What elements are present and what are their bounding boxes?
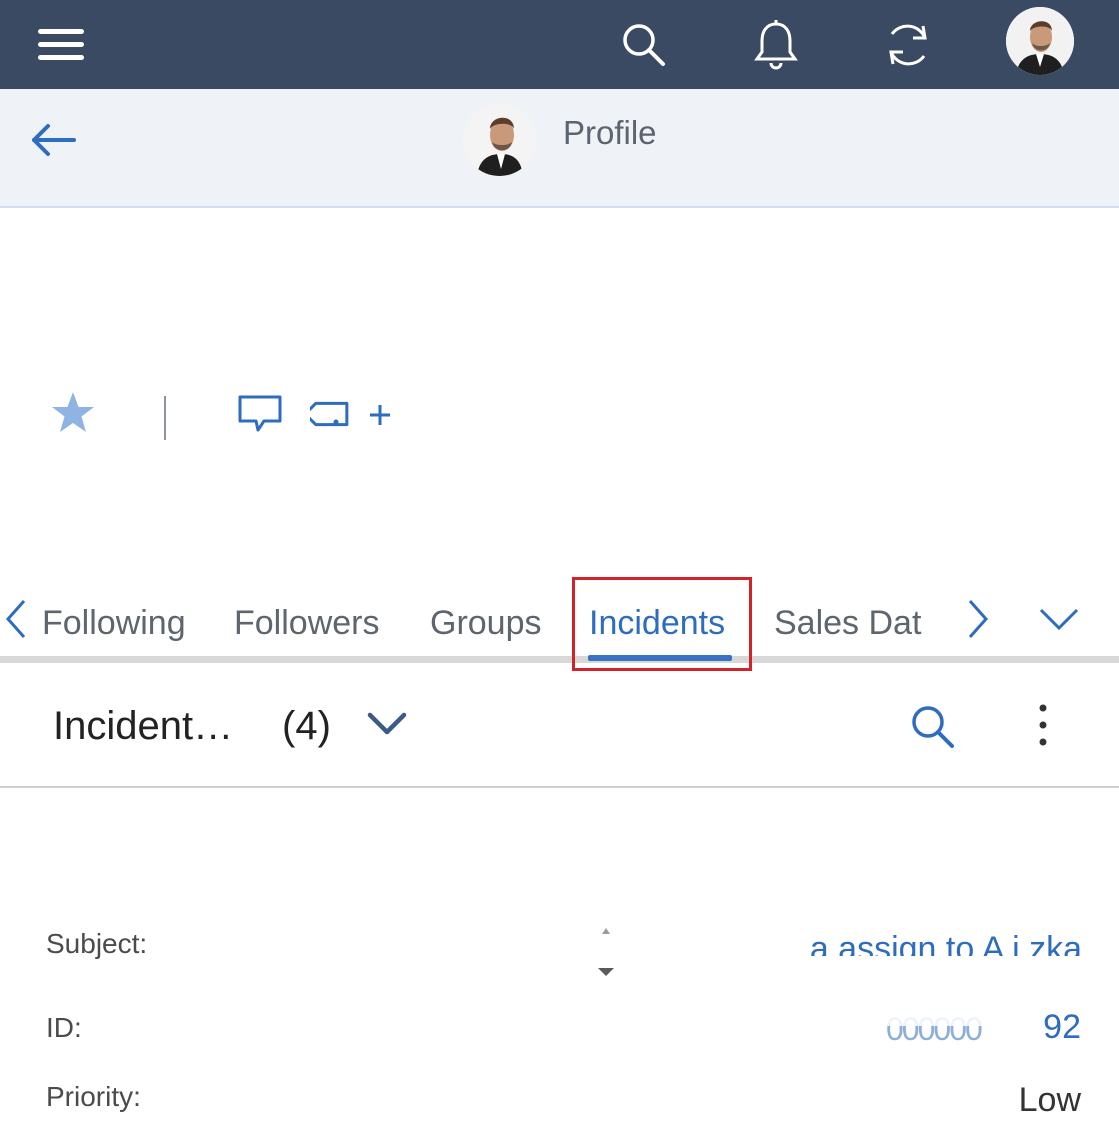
tab-overflow-chevron-down-icon[interactable] <box>1038 606 1080 637</box>
tab-scroll-left-icon[interactable] <box>4 598 28 645</box>
profile-header <box>0 89 1119 208</box>
id-value[interactable]: 92 <box>1043 1008 1081 1047</box>
tab-followers[interactable]: Followers <box>234 604 379 643</box>
scroll-indicator-icon <box>596 926 616 985</box>
tag-icon[interactable] <box>303 392 354 441</box>
top-navigation-bar <box>0 0 1119 89</box>
bell-icon[interactable] <box>741 10 811 80</box>
selection-highlight <box>572 577 752 671</box>
divider <box>164 396 166 440</box>
profile-name-partial: ' ' ' ' ' ' ' <box>40 238 310 256</box>
add-tag-icon[interactable] <box>368 403 392 432</box>
search-icon[interactable] <box>609 10 679 80</box>
subject-value[interactable]: a assign to A i zka <box>810 930 1082 956</box>
user-avatar[interactable] <box>1006 7 1074 75</box>
tab-sales-data[interactable]: Sales Dat <box>774 604 921 643</box>
list-count: (4) <box>282 704 331 748</box>
profile-avatar <box>463 103 536 176</box>
tab-groups[interactable]: Groups <box>430 604 542 643</box>
subject-value-clip: a assign to A i zka <box>730 930 1082 956</box>
priority-label: Priority: <box>46 1081 141 1112</box>
menu-icon[interactable] <box>26 10 96 80</box>
comment-icon[interactable] <box>236 394 284 439</box>
more-options-icon[interactable] <box>1036 702 1050 753</box>
id-label: ID: <box>46 1012 82 1043</box>
back-arrow-icon[interactable] <box>28 118 80 162</box>
list-search-icon[interactable] <box>908 702 958 757</box>
tab-following[interactable]: Following <box>42 604 186 643</box>
list-filter-chevron-down-icon[interactable] <box>366 710 408 743</box>
priority-value: Low <box>1018 1081 1081 1119</box>
page-title: Profile <box>563 114 657 151</box>
tab-scroll-right-icon[interactable] <box>966 598 990 645</box>
star-icon[interactable] <box>50 390 96 441</box>
tab-underline-track <box>0 656 1119 663</box>
list-title[interactable]: Incident… <box>53 704 233 749</box>
id-value-obscured: 000000 <box>886 1014 1034 1044</box>
subject-label: Subject: <box>46 928 148 959</box>
refresh-icon[interactable] <box>873 10 943 80</box>
